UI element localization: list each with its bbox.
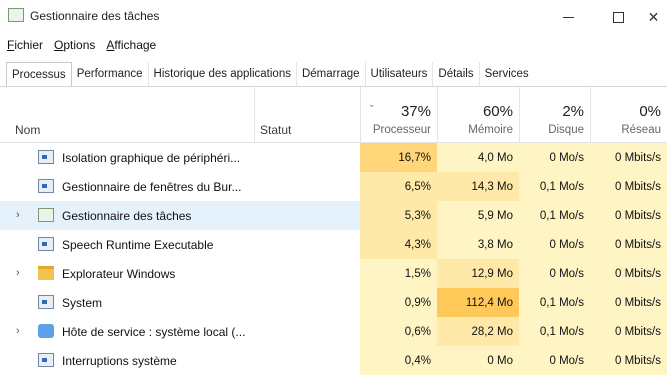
process-name: Explorateur Windows xyxy=(62,267,176,281)
network-value: 0 Mbits/s xyxy=(590,288,667,317)
minimize-icon xyxy=(562,16,574,18)
process-name: Hôte de service : système local (... xyxy=(62,325,246,339)
process-name: Gestionnaire de fenêtres du Bur... xyxy=(62,180,242,194)
memory-label: Mémoire xyxy=(468,124,513,136)
tab-utilisateurs[interactable]: Utilisateurs xyxy=(366,62,434,86)
tab-processus[interactable]: Processus xyxy=(6,62,72,87)
menu-affichage[interactable]: Affichage xyxy=(106,38,156,58)
cpu-total: 37% xyxy=(400,103,431,120)
process-row[interactable]: Isolation graphique de périphéri... 16,7%… xyxy=(0,143,667,172)
network-value: 0 Mbits/s xyxy=(590,172,667,201)
disk-value: 0 Mo/s xyxy=(519,230,590,259)
process-row[interactable]: Interruptions système 0,4% 0 Mo 0 Mo/s 0 Mbi… xyxy=(0,346,667,375)
expand-chevron-icon[interactable]: › xyxy=(16,325,20,337)
tab-historique[interactable]: Historique des applications xyxy=(149,62,297,86)
expand-chevron-icon[interactable]: › xyxy=(16,209,20,221)
gear-icon xyxy=(38,324,54,338)
window-icon xyxy=(38,295,54,309)
process-row[interactable]: › Explorateur Windows 1,5% 12,9 Mo 0 Mo/s 0 M… xyxy=(0,259,667,288)
column-status[interactable]: Statut xyxy=(254,87,360,143)
disk-value: 0,1 Mo/s xyxy=(519,317,590,346)
process-name: System xyxy=(62,296,103,310)
memory-value: 0 Mo xyxy=(437,346,519,375)
sort-chevron-icon: ⌄ xyxy=(368,99,376,109)
process-name: Isolation graphique de périphéri... xyxy=(62,151,241,165)
network-value: 0 Mbits/s xyxy=(590,230,667,259)
process-row[interactable]: Speech Runtime Executable 4,3% 3,8 Mo 0 Mo/… xyxy=(0,230,667,259)
close-icon: ✕ xyxy=(647,8,660,25)
memory-value: 14,3 Mo xyxy=(437,172,519,201)
tab-services[interactable]: Services xyxy=(480,62,534,86)
title-bar: Gestionnaire des tâches ✕ xyxy=(0,0,667,34)
minimize-button[interactable] xyxy=(545,0,591,34)
memory-total: 60% xyxy=(482,103,513,120)
window-icon xyxy=(38,237,54,251)
network-value: 0 Mbits/s xyxy=(590,201,667,230)
task-manager-icon xyxy=(8,8,24,22)
close-button[interactable]: ✕ xyxy=(640,0,667,34)
cpu-value: 16,7% xyxy=(360,143,437,172)
column-disk[interactable]: 2% Disque xyxy=(519,87,590,143)
cpu-value: 0,9% xyxy=(360,288,437,317)
process-row[interactable]: Gestionnaire de fenêtres du Bur... 6,5% 14… xyxy=(0,172,667,201)
cpu-value: 6,5% xyxy=(360,172,437,201)
cpu-value: 5,3% xyxy=(360,201,437,230)
cpu-value: 0,4% xyxy=(360,346,437,375)
column-cpu[interactable]: ⌄ 37% Processeur xyxy=(360,87,437,143)
cpu-value: 1,5% xyxy=(360,259,437,288)
column-network[interactable]: 0% Réseau xyxy=(590,87,667,143)
network-total: 0% xyxy=(639,103,661,120)
task-manager-icon xyxy=(38,208,54,222)
cpu-label: Processeur xyxy=(372,124,431,136)
window-title: Gestionnaire des tâches xyxy=(30,9,160,23)
window-icon xyxy=(38,353,54,367)
process-name: Gestionnaire des tâches xyxy=(62,209,192,223)
cpu-value: 0,6% xyxy=(360,317,437,346)
network-value: 0 Mbits/s xyxy=(590,317,667,346)
cpu-value: 4,3% xyxy=(360,230,437,259)
disk-value: 0,1 Mo/s xyxy=(519,288,590,317)
folder-icon xyxy=(38,266,54,280)
disk-value: 0 Mo/s xyxy=(519,143,590,172)
network-value: 0 Mbits/s xyxy=(590,143,667,172)
memory-value: 28,2 Mo xyxy=(437,317,519,346)
process-row[interactable]: › Gestionnaire des tâches 5,3% 5,9 Mo 0,1 Mo… xyxy=(0,201,667,230)
memory-value: 4,0 Mo xyxy=(437,143,519,172)
disk-total: 2% xyxy=(562,103,584,120)
column-memory[interactable]: 60% Mémoire xyxy=(437,87,519,143)
tab-demarrage[interactable]: Démarrage xyxy=(297,62,366,86)
menu-fichier[interactable]: Fichier xyxy=(7,38,43,58)
window-icon xyxy=(38,179,54,193)
expand-chevron-icon[interactable]: › xyxy=(16,267,20,279)
memory-value: 3,8 Mo xyxy=(437,230,519,259)
tab-details[interactable]: Détails xyxy=(433,62,480,86)
process-row[interactable]: System 0,9% 112,4 Mo 0,1 Mo/s 0 Mbits/s xyxy=(0,288,667,317)
memory-value: 12,9 Mo xyxy=(437,259,519,288)
disk-value: 0 Mo/s xyxy=(519,259,590,288)
window-icon xyxy=(38,150,54,164)
process-name: Interruptions système xyxy=(62,354,177,368)
disk-label: Disque xyxy=(548,124,584,136)
maximize-icon xyxy=(612,11,624,23)
column-header: Nom Statut ⌄ 37% Processeur 60% Mémoire … xyxy=(0,87,667,143)
memory-value: 112,4 Mo xyxy=(437,288,519,317)
maximize-button[interactable] xyxy=(595,0,641,34)
tab-performance[interactable]: Performance xyxy=(72,62,149,86)
column-name[interactable]: Nom xyxy=(0,87,254,143)
tab-bar: Processus Performance Historique des app… xyxy=(6,62,534,87)
process-name: Speech Runtime Executable xyxy=(62,238,214,252)
disk-value: 0 Mo/s xyxy=(519,346,590,375)
menu-options[interactable]: Options xyxy=(54,38,95,58)
network-value: 0 Mbits/s xyxy=(590,259,667,288)
column-name-label: Nom xyxy=(15,123,41,137)
process-row[interactable]: › Hôte de service : système local (... 0,6… xyxy=(0,317,667,346)
memory-value: 5,9 Mo xyxy=(437,201,519,230)
process-list: Isolation graphique de périphéri... 16,7%… xyxy=(0,143,667,375)
menu-bar: Fichier Options Affichage xyxy=(0,38,167,58)
network-label: Réseau xyxy=(621,124,661,136)
disk-value: 0,1 Mo/s xyxy=(519,201,590,230)
network-value: 0 Mbits/s xyxy=(590,346,667,375)
disk-value: 0,1 Mo/s xyxy=(519,172,590,201)
column-status-label: Statut xyxy=(260,123,292,137)
